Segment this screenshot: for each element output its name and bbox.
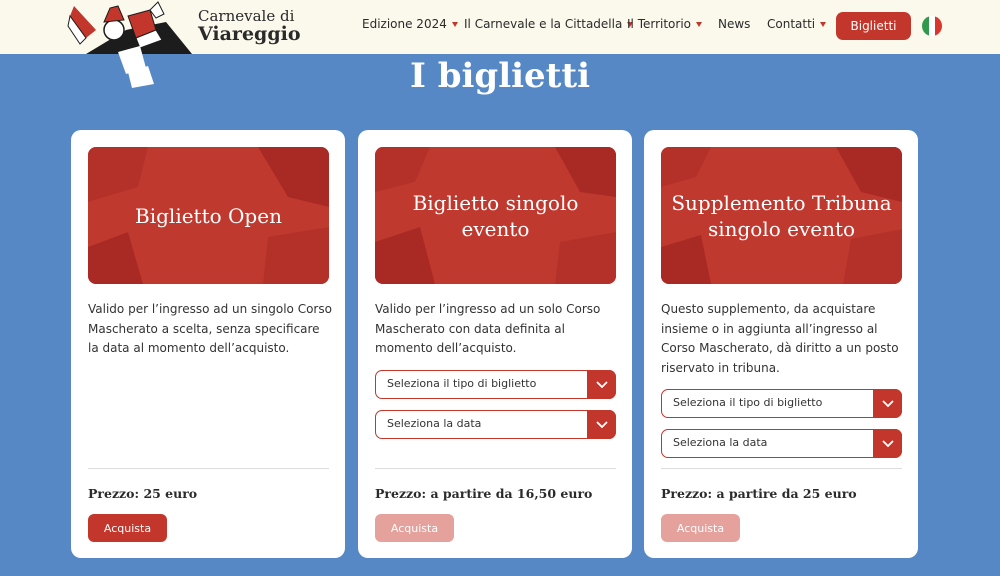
logo-line-1: Carnevale di xyxy=(198,7,295,25)
nav-territorio[interactable]: Il Territorio xyxy=(627,17,703,31)
buy-button[interactable]: Acquista xyxy=(375,514,454,542)
date-select[interactable]: Seleziona la data xyxy=(661,429,902,458)
site-header: Carnevale di Viareggio Edizione 2024 Il … xyxy=(0,0,1000,88)
chevron-down-icon[interactable] xyxy=(873,429,902,458)
divider xyxy=(88,468,329,469)
ticket-card-open: Biglietto Open Valido per l’ingresso ad … xyxy=(71,130,345,558)
ticket-type-select[interactable]: Seleziona il tipo di biglietto xyxy=(375,370,616,399)
nav-contatti[interactable]: Contatti xyxy=(767,17,827,31)
buy-button[interactable]: Acquista xyxy=(661,514,740,542)
page-title: I biglietti xyxy=(410,56,590,96)
card-price: Prezzo: a partire da 16,50 euro xyxy=(375,486,593,501)
card-title: Biglietto Open xyxy=(135,203,282,228)
nav-news[interactable]: News xyxy=(718,17,750,31)
date-select[interactable]: Seleziona la data xyxy=(375,410,616,439)
card-banner: Supplemento Tribuna singolo evento xyxy=(661,147,902,284)
card-description: Valido per l’ingresso ad un singolo Cors… xyxy=(88,302,332,355)
select-placeholder: Seleziona il tipo di biglietto xyxy=(387,377,537,390)
chevron-down-icon[interactable] xyxy=(587,410,616,439)
italian-flag-icon[interactable] xyxy=(922,16,942,36)
tickets-button[interactable]: Biglietti xyxy=(836,12,911,40)
site-logo-text[interactable]: Carnevale di Viareggio xyxy=(198,9,301,44)
divider xyxy=(661,468,902,469)
logo-line-2: Viareggio xyxy=(198,23,301,45)
ticket-card-tribune-supplement: Supplemento Tribuna singolo evento Quest… xyxy=(644,130,918,558)
nav-carnevale-cittadella[interactable]: Il Carnevale e la Cittadella xyxy=(464,17,634,31)
divider xyxy=(375,468,616,469)
card-banner: Biglietto Open xyxy=(88,147,329,284)
card-title: Supplemento Tribuna singolo evento xyxy=(671,190,892,241)
card-price: Prezzo: a partire da 25 euro xyxy=(661,486,857,501)
select-placeholder: Seleziona il tipo di biglietto xyxy=(673,396,823,409)
chevron-down-icon xyxy=(820,22,827,27)
card-title: Biglietto singolo evento xyxy=(412,190,579,241)
card-banner: Biglietto singolo evento xyxy=(375,147,616,284)
card-price: Prezzo: 25 euro xyxy=(88,486,198,501)
select-placeholder: Seleziona la data xyxy=(387,417,482,430)
chevron-down-icon xyxy=(696,22,703,27)
ticket-card-single-event: Biglietto singolo evento Valido per l’in… xyxy=(358,130,632,558)
chevron-down-icon[interactable] xyxy=(587,370,616,399)
nav-edizione-2024[interactable]: Edizione 2024 xyxy=(362,17,458,31)
chevron-down-icon[interactable] xyxy=(873,389,902,418)
select-placeholder: Seleziona la data xyxy=(673,436,768,449)
card-description: Valido per l’ingresso ad un solo Corso M… xyxy=(375,302,601,355)
buy-button[interactable]: Acquista xyxy=(88,514,167,542)
card-description: Questo supplemento, da acquistare insiem… xyxy=(661,302,899,375)
ticket-type-select[interactable]: Seleziona il tipo di biglietto xyxy=(661,389,902,418)
chevron-down-icon xyxy=(451,22,458,27)
